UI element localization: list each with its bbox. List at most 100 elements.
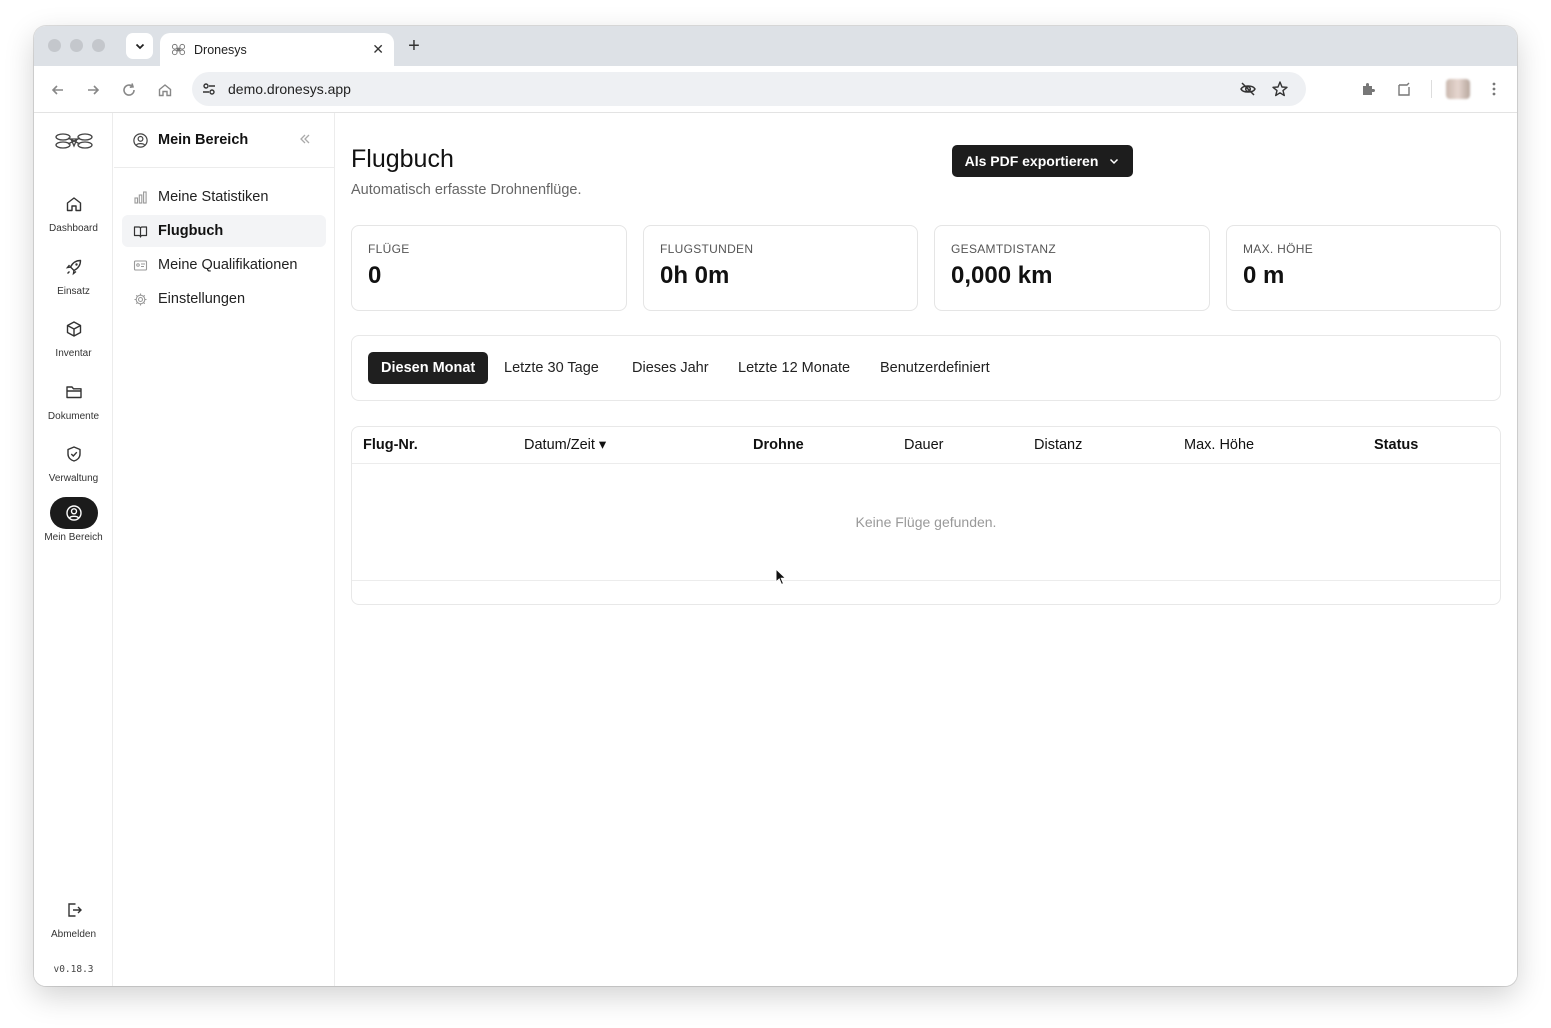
browser-tab-active[interactable]: Dronesys ✕: [160, 33, 394, 66]
tab-strip: Dronesys ✕ +: [34, 26, 1517, 66]
collapse-sidebar-icon[interactable]: [298, 132, 312, 149]
profile-avatar[interactable]: [1446, 79, 1470, 99]
reload-icon: [123, 83, 135, 96]
table-footer-divider: [352, 580, 1500, 581]
rail-item-label: Dashboard: [49, 223, 98, 234]
tab-title: Dronesys: [194, 42, 247, 57]
stat-label: GESAMTDISTANZ: [951, 242, 1057, 256]
gear-icon: [132, 291, 148, 307]
filter-dieses-jahr[interactable]: Dieses Jahr: [619, 352, 722, 384]
main-content: Flugbuch Automatisch erfasste Drohnenflü…: [335, 113, 1517, 986]
shield-check-icon: [50, 438, 98, 470]
arrow-right-icon: [88, 85, 100, 95]
toolbar-divider: [1431, 80, 1432, 98]
window-zoom-dot[interactable]: [92, 39, 105, 52]
column-flug-nr[interactable]: Flug-Nr.: [363, 437, 418, 453]
stat-card-gesamtdistanz: GESAMTDISTANZ 0,000 km: [934, 225, 1210, 311]
chevron-down-icon: [135, 43, 144, 50]
subnav-header: Mein Bereich: [114, 113, 334, 168]
dronesys-favicon-icon: [170, 42, 186, 58]
window-minimize-dot[interactable]: [70, 39, 83, 52]
column-dauer[interactable]: Dauer: [904, 437, 944, 453]
eye-off-icon[interactable]: [1239, 80, 1257, 98]
rail-item-dokumente[interactable]: Dokumente: [34, 376, 113, 422]
rail-item-dashboard[interactable]: Dashboard: [34, 188, 113, 234]
bar-chart-icon: [132, 189, 148, 205]
subnav-item-label: Flugbuch: [158, 223, 224, 239]
stat-label: MAX. HÖHE: [1243, 242, 1314, 256]
column-distanz[interactable]: Distanz: [1034, 437, 1082, 453]
browser-toolbar: demo.dronesys.app: [34, 66, 1517, 113]
filter-letzte-12-monate[interactable]: Letzte 12 Monate: [725, 352, 863, 384]
empty-state-message: Keine Flüge gefunden.: [855, 514, 997, 530]
book-open-icon: [132, 223, 148, 239]
subnav-item-flugbuch[interactable]: Flugbuch: [122, 215, 326, 247]
home-button[interactable]: [153, 78, 177, 102]
rail-item-label: Mein Bereich: [44, 532, 103, 543]
bookmark-star-icon[interactable]: [1271, 80, 1289, 98]
export-pdf-button[interactable]: Als PDF exportieren: [952, 145, 1133, 177]
column-datum-zeit[interactable]: Datum/Zeit ▾: [524, 437, 606, 453]
subnav-item-statistiken[interactable]: Meine Statistiken: [122, 181, 326, 213]
tab-close-icon[interactable]: ✕: [372, 41, 384, 58]
app-version: v0.18.3: [53, 964, 94, 975]
tab-search-button[interactable]: [126, 33, 153, 59]
page-subtitle: Automatisch erfasste Drohnenflüge.: [351, 182, 582, 198]
drone-logo-icon[interactable]: [54, 127, 94, 155]
rail-item-mein-bereich[interactable]: Mein Bereich: [34, 497, 113, 543]
main-rail: Dashboard Einsatz Inventar Dokumente Ver…: [34, 113, 113, 986]
reload-button[interactable]: [117, 78, 141, 102]
stat-value: 0: [368, 262, 382, 289]
subnav-title: Mein Bereich: [158, 132, 249, 148]
new-tab-button[interactable]: +: [402, 34, 426, 58]
subnav-item-label: Meine Qualifikationen: [158, 257, 298, 273]
rocket-icon: [50, 251, 98, 283]
rail-item-verwaltung[interactable]: Verwaltung: [34, 438, 113, 484]
rail-item-label: Dokumente: [47, 411, 100, 422]
arrow-left-icon: [51, 85, 63, 95]
logout-button[interactable]: Abmelden: [34, 894, 113, 940]
address-bar[interactable]: demo.dronesys.app: [192, 72, 1306, 106]
subnav-item-qualifikationen[interactable]: Meine Qualifikationen: [122, 249, 326, 281]
rail-item-inventar[interactable]: Inventar: [34, 313, 113, 359]
filter-benutzerdefiniert[interactable]: Benutzerdefiniert: [867, 352, 1003, 384]
filter-diesen-monat[interactable]: Diesen Monat: [368, 352, 489, 384]
url-text: demo.dronesys.app: [228, 81, 351, 97]
stat-card-fluege: FLÜGE 0: [351, 225, 627, 311]
rail-item-label: Inventar: [55, 348, 92, 359]
extension-icon[interactable]: [1393, 78, 1415, 100]
more-menu-icon[interactable]: [1483, 78, 1505, 100]
stat-label: FLÜGE: [368, 242, 410, 256]
rail-item-einsatz[interactable]: Einsatz: [34, 251, 113, 297]
app-container: Dashboard Einsatz Inventar Dokumente Ver…: [34, 113, 1517, 986]
rail-item-label: Einsatz: [57, 286, 90, 297]
forward-button[interactable]: [81, 78, 105, 102]
sub-navigation: Mein Bereich Meine Statistiken Flugbuch: [114, 113, 335, 986]
column-max-hoehe[interactable]: Max. Höhe: [1184, 437, 1254, 453]
site-settings-icon[interactable]: [200, 80, 218, 98]
column-status[interactable]: Status: [1374, 437, 1418, 453]
extensions-puzzle-icon[interactable]: [1357, 78, 1379, 100]
export-pdf-label: Als PDF exportieren: [964, 153, 1099, 169]
subnav-item-label: Meine Statistiken: [158, 189, 269, 205]
stat-value: 0 m: [1243, 262, 1285, 289]
column-drohne[interactable]: Drohne: [753, 437, 804, 453]
subnav-item-einstellungen[interactable]: Einstellungen: [122, 283, 326, 315]
window-close-dot[interactable]: [48, 39, 61, 52]
filter-letzte-30-tage[interactable]: Letzte 30 Tage: [491, 352, 612, 384]
page-title: Flugbuch: [351, 145, 454, 173]
subnav-item-label: Einstellungen: [158, 291, 246, 307]
logout-label: Abmelden: [50, 929, 97, 940]
user-circle-icon: [49, 497, 98, 529]
folder-icon: [50, 376, 98, 408]
browser-window: Dronesys ✕ + demo.dronesys.app Dashboard…: [34, 26, 1517, 986]
back-button[interactable]: [46, 78, 70, 102]
period-filter-bar: Diesen Monat Letzte 30 Tage Dieses Jahr …: [351, 335, 1501, 401]
chevron-down-icon: [1108, 155, 1120, 167]
stat-label: FLUGSTUNDEN: [660, 242, 754, 256]
table-header: Flug-Nr. Datum/Zeit ▾ Drohne Dauer Dista…: [352, 427, 1500, 464]
box-icon: [50, 313, 98, 345]
stat-value: 0h 0m: [660, 262, 730, 289]
stat-card-flugstunden: FLUGSTUNDEN 0h 0m: [643, 225, 918, 311]
flights-table: Flug-Nr. Datum/Zeit ▾ Drohne Dauer Dista…: [351, 426, 1501, 605]
